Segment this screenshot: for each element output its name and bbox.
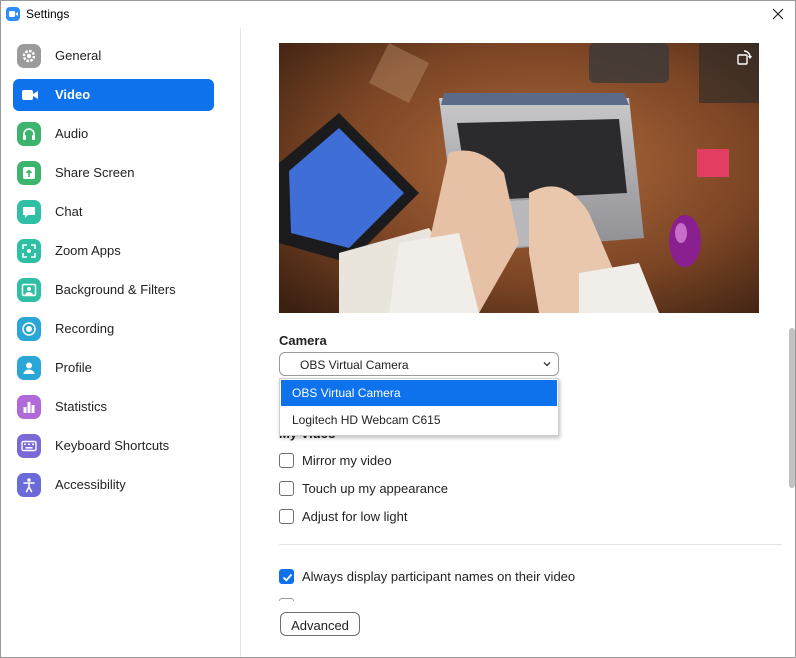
sidebar-item-recording[interactable]: Recording	[13, 313, 214, 345]
sidebar-item-label: Audio	[55, 126, 89, 141]
rotate-camera-icon[interactable]	[735, 49, 753, 67]
camera-option-logitech[interactable]: Logitech HD Webcam C615	[281, 407, 557, 433]
close-icon	[772, 8, 784, 20]
always-display-names-checkbox[interactable]	[279, 569, 294, 584]
video-settings-panel: Camera OBS Virtual Camera My Video OBS V…	[242, 28, 795, 657]
sidebar-item-video[interactable]: Video	[13, 79, 214, 111]
share-screen-icon	[17, 161, 41, 185]
sidebar-item-label: Accessibility	[55, 477, 126, 492]
apps-icon	[17, 239, 41, 263]
camera-label: Camera	[279, 333, 327, 348]
camera-select[interactable]: OBS Virtual Camera	[279, 352, 559, 376]
sidebar-item-general[interactable]: General	[13, 40, 214, 72]
sidebar-item-audio[interactable]: Audio	[13, 118, 214, 150]
sidebar-item-label: General	[55, 48, 102, 63]
chevron-down-icon	[543, 362, 551, 367]
mirror-video-checkbox[interactable]	[279, 453, 294, 468]
sidebar-item-zoom-apps[interactable]: Zoom Apps	[13, 235, 214, 267]
close-button[interactable]	[765, 3, 791, 25]
camera-option-label: Logitech HD Webcam C615	[292, 413, 441, 427]
scrollbar-thumb[interactable]	[789, 328, 795, 488]
settings-window: Settings General Video Audio Share Scree…	[0, 0, 796, 658]
person-icon	[17, 356, 41, 380]
sidebar-item-label: Recording	[55, 321, 115, 336]
content-scrollbar[interactable]	[788, 28, 795, 657]
sidebar-item-label: Profile	[55, 360, 92, 375]
low-light-label: Adjust for low light	[302, 509, 408, 524]
sidebar-item-label: Statistics	[55, 399, 108, 414]
sidebar-item-label: Chat	[55, 204, 83, 219]
sidebar-item-statistics[interactable]: Statistics	[13, 391, 214, 423]
bar-chart-icon	[17, 395, 41, 419]
advanced-button-label: Advanced	[291, 618, 349, 633]
accessibility-icon	[17, 473, 41, 497]
sidebar-item-label: Video	[55, 87, 91, 102]
camera-dropdown-list: OBS Virtual Camera Logitech HD Webcam C6…	[279, 378, 559, 436]
sidebar-item-share-screen[interactable]: Share Screen	[13, 157, 214, 189]
video-camera-icon	[17, 83, 41, 107]
advanced-button[interactable]: Advanced	[280, 612, 360, 636]
record-icon	[17, 317, 41, 341]
sidebar-item-label: Zoom Apps	[55, 243, 121, 258]
checkmark-icon	[282, 573, 293, 582]
sidebar-item-label: Background & Filters	[55, 282, 176, 297]
mirror-video-label: Mirror my video	[302, 453, 392, 468]
camera-option-obs[interactable]: OBS Virtual Camera	[281, 380, 557, 406]
background-icon	[17, 278, 41, 302]
settings-sidebar: General Video Audio Share Screen Chat Zo…	[1, 28, 241, 657]
headphones-icon	[17, 122, 41, 146]
window-title: Settings	[26, 7, 70, 21]
sidebar-item-accessibility[interactable]: Accessibility	[13, 469, 214, 501]
camera-select-value: OBS Virtual Camera	[300, 358, 409, 372]
sidebar-item-chat[interactable]: Chat	[13, 196, 214, 228]
sidebar-item-profile[interactable]: Profile	[13, 352, 214, 384]
zoom-app-icon	[6, 7, 20, 21]
always-display-names-label: Always display participant names on thei…	[302, 569, 576, 584]
sidebar-item-label: Keyboard Shortcuts	[55, 438, 170, 453]
touch-up-checkbox[interactable]	[279, 481, 294, 496]
section-divider	[279, 544, 782, 545]
sidebar-item-label: Share Screen	[55, 165, 135, 180]
sidebar-item-background-filters[interactable]: Background & Filters	[13, 274, 214, 306]
gear-icon	[17, 44, 41, 68]
keyboard-icon	[17, 434, 41, 458]
title-bar[interactable]: Settings	[1, 1, 795, 28]
preview-image	[279, 43, 759, 313]
chat-bubble-icon	[17, 200, 41, 224]
sidebar-item-keyboard-shortcuts[interactable]: Keyboard Shortcuts	[13, 430, 214, 462]
touch-up-label: Touch up my appearance	[302, 481, 448, 496]
partial-checkbox	[279, 598, 294, 601]
camera-option-label: OBS Virtual Camera	[292, 386, 401, 400]
low-light-checkbox[interactable]	[279, 509, 294, 524]
camera-preview	[279, 43, 759, 313]
